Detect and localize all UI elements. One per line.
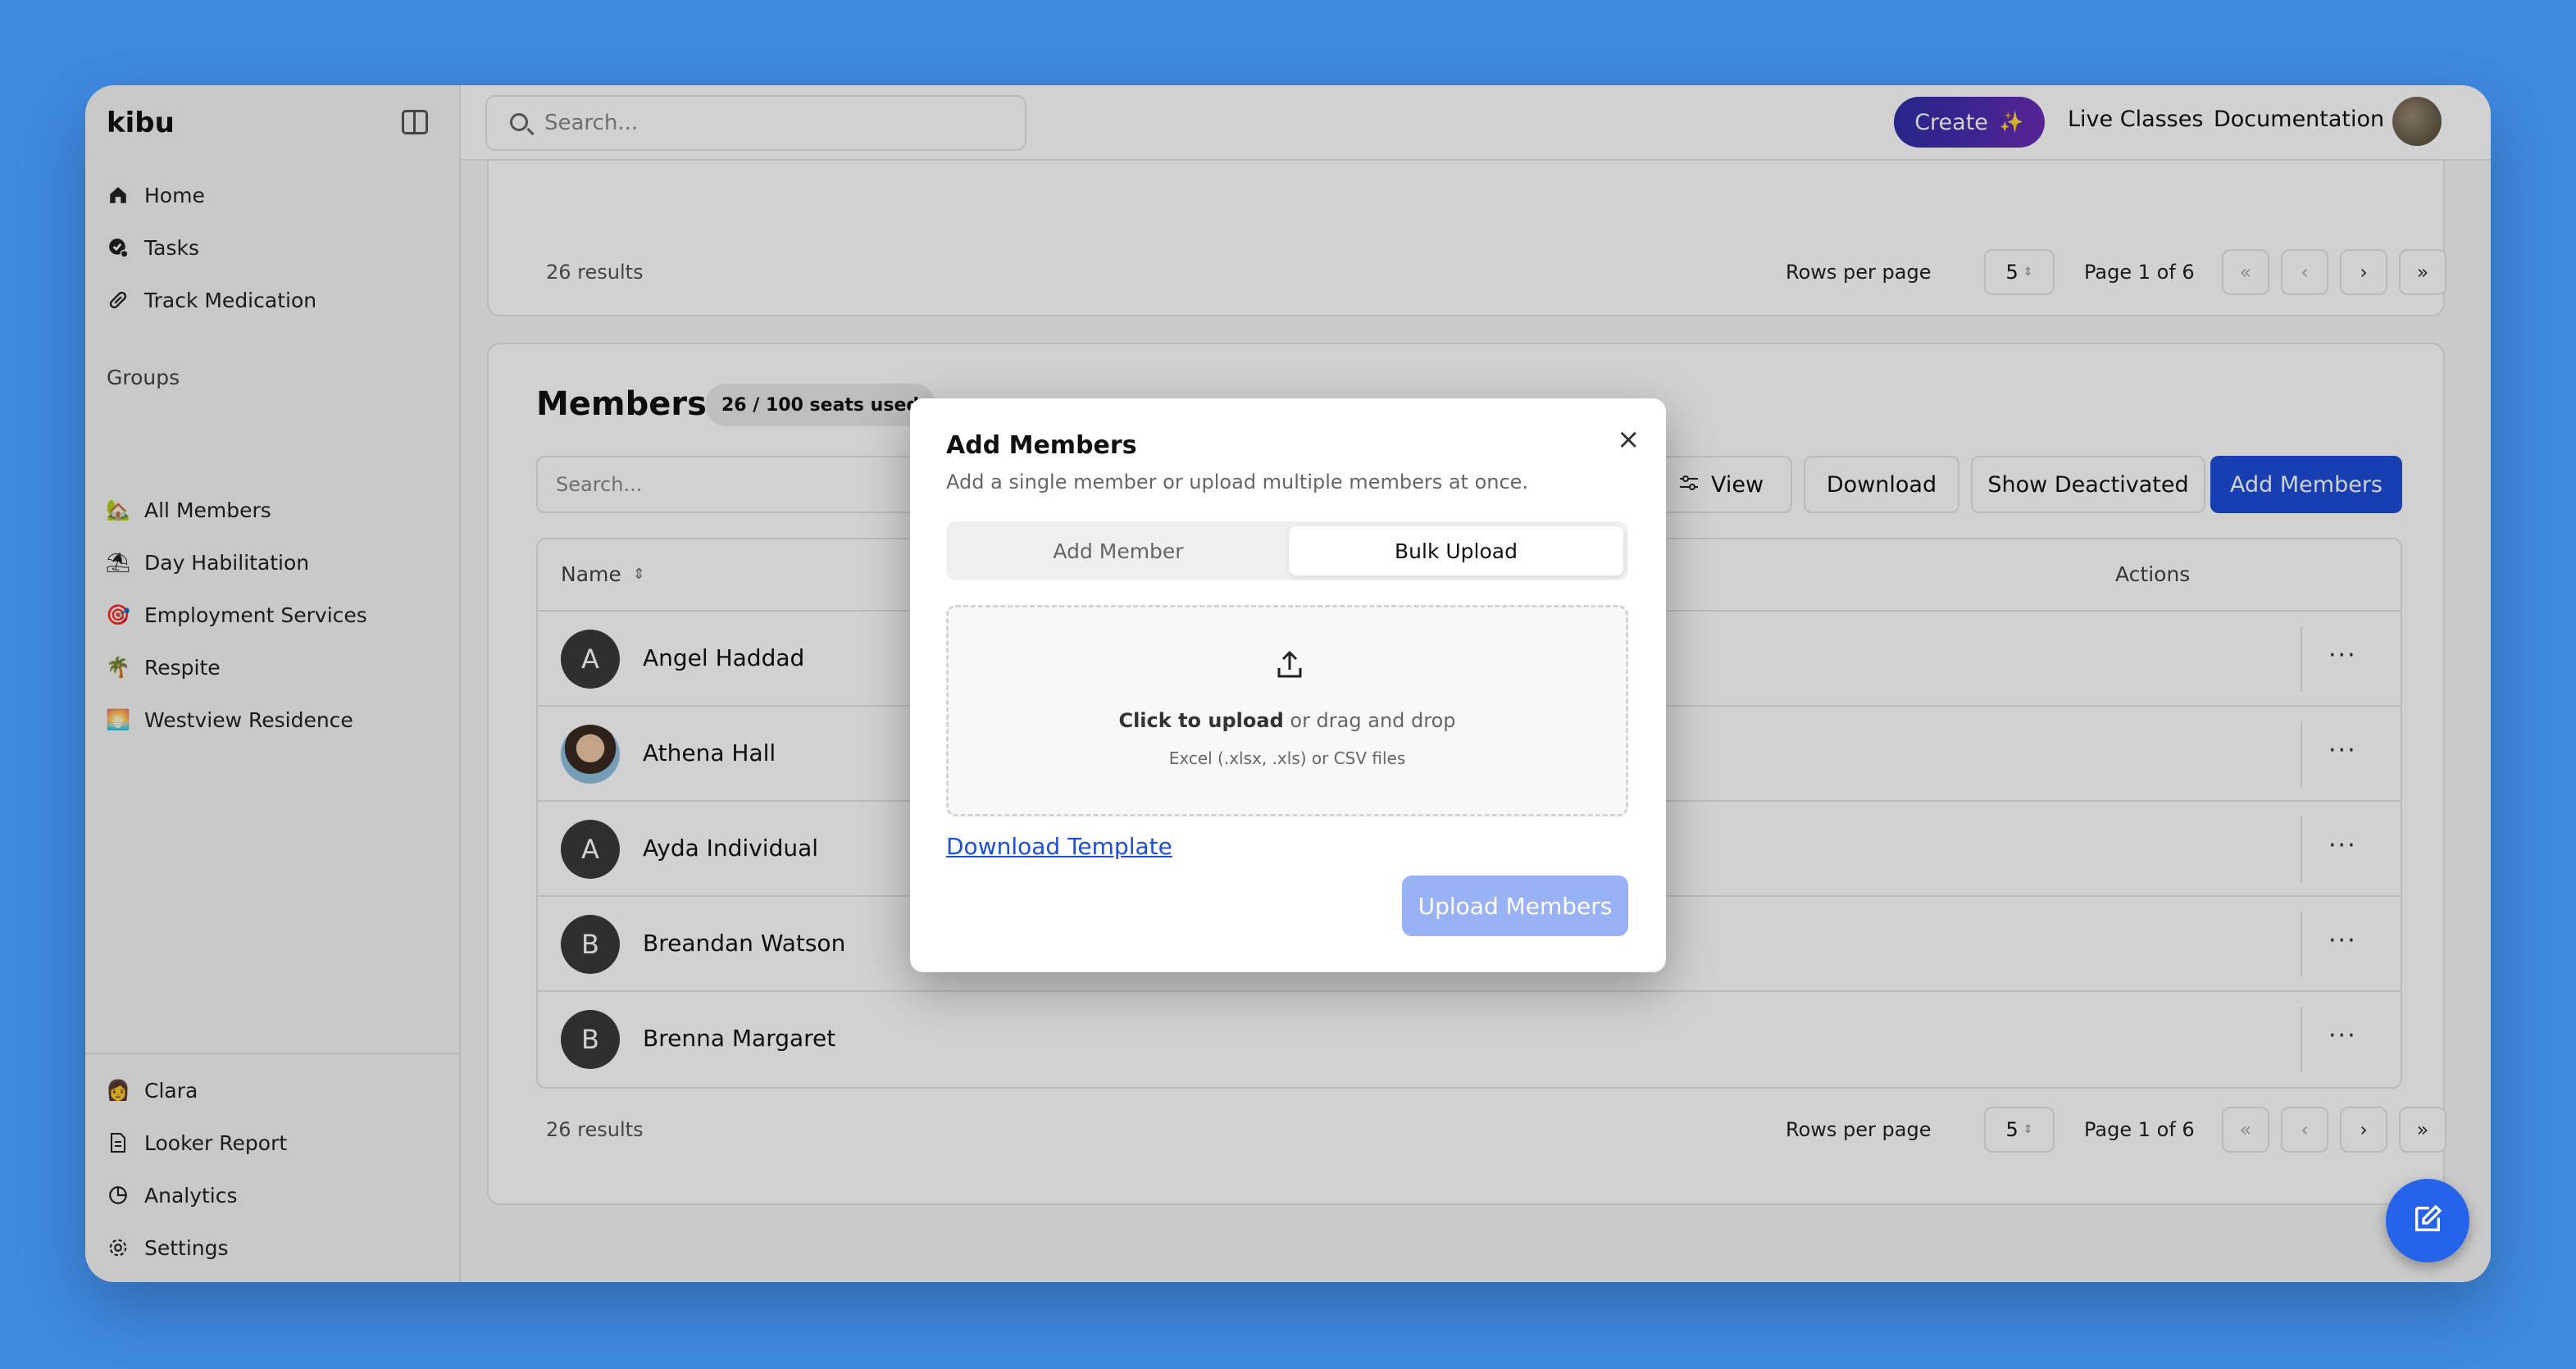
tab-add-member[interactable]: Add Member [951, 526, 1286, 575]
dropzone-instructions: Click to upload or drag and drop [949, 709, 1626, 732]
modal-subtitle: Add a single member or upload multiple m… [946, 471, 1529, 493]
upload-icon [1277, 650, 1303, 680]
modal-title: Add Members [946, 431, 1137, 460]
add-members-modal: Add Members Add a single member or uploa… [910, 398, 1666, 972]
file-dropzone[interactable]: Click to upload or drag and drop Excel (… [946, 605, 1628, 816]
download-template-link[interactable]: Download Template [946, 833, 1172, 860]
accepted-formats: Excel (.xlsx, .xls) or CSV files [1168, 748, 1406, 768]
modal-tabs: Add Member Bulk Upload [946, 521, 1628, 580]
edit-icon [2411, 1203, 2444, 1239]
tab-bulk-upload[interactable]: Bulk Upload [1289, 526, 1623, 575]
close-icon[interactable]: × [1617, 423, 1641, 456]
click-to-upload-link[interactable]: Click to upload [1118, 709, 1283, 732]
drag-drop-text: or drag and drop [1283, 709, 1456, 732]
compose-fab-button[interactable] [2386, 1179, 2469, 1262]
upload-members-button[interactable]: Upload Members [1402, 876, 1628, 936]
